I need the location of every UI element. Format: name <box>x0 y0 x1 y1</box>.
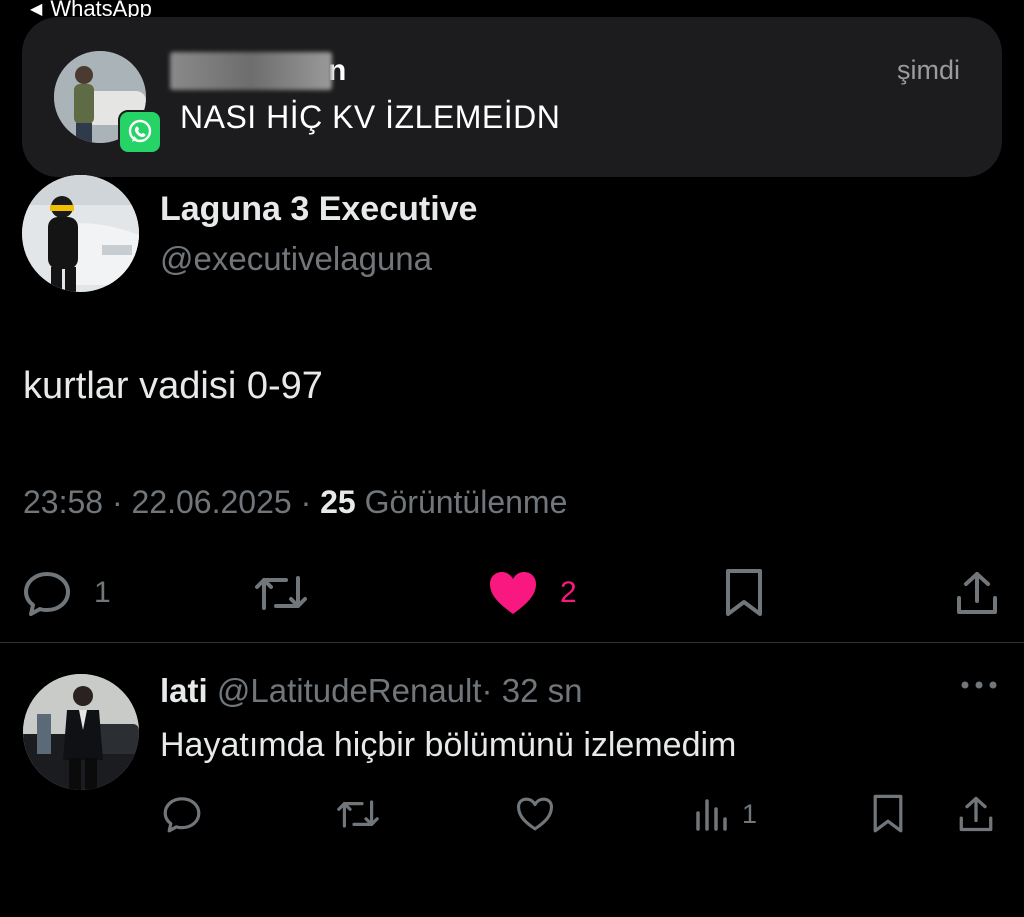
like-count: 2 <box>560 576 577 609</box>
more-dots-icon <box>961 681 997 689</box>
share-upload-icon <box>957 572 997 614</box>
views-label: Görüntülenme <box>364 484 568 520</box>
reply-author-avatar[interactable] <box>23 674 139 790</box>
like-button[interactable]: 2 <box>488 565 577 621</box>
notification-message: NASI HİÇ KV İZLEMEİDN <box>180 99 561 135</box>
reply-views-button[interactable]: 1 <box>694 792 757 836</box>
tweet-date[interactable]: 22.06.2025 <box>132 484 292 520</box>
author-handle[interactable]: @executivelaguna <box>160 240 432 278</box>
reply-reply-button[interactable] <box>162 792 202 836</box>
bookmark-icon <box>873 794 903 833</box>
tweet-meta: 23:58 · 22.06.2025 · 25 Görüntülenme <box>23 484 567 521</box>
more-options-button[interactable] <box>960 678 998 696</box>
divider <box>0 642 1024 643</box>
notification-banner[interactable]: n NASI HİÇ KV İZLEMEİDN şimdi <box>22 17 1002 177</box>
reply-text: Hayatımda hiçbir bölümünü izlemedim <box>160 726 737 764</box>
reply-action-bar: 1 <box>0 792 1024 836</box>
reply-bubble-icon <box>24 572 70 616</box>
bookmark-button[interactable] <box>724 565 764 621</box>
reply-age[interactable]: 32 sn <box>502 672 583 709</box>
tweet-time[interactable]: 23:58 <box>23 484 103 520</box>
notification-time: şimdi <box>896 55 960 85</box>
notification-sender: n <box>170 51 346 91</box>
reply-retweet-button[interactable] <box>336 792 380 836</box>
meta-separator: · <box>300 484 312 520</box>
reply-count: 1 <box>94 576 111 609</box>
share-upload-icon <box>959 796 993 832</box>
author-avatar[interactable] <box>22 175 139 292</box>
bookmark-icon <box>726 569 762 616</box>
analytics-bars-icon <box>696 799 727 831</box>
reply-bubble-icon <box>163 797 201 833</box>
reply-header: lati @LatitudeRenault· 32 sn <box>160 672 582 710</box>
tweet-action-bar: 1 2 <box>0 565 1024 621</box>
tweet-text: kurtlar vadisi 0-97 <box>23 365 323 407</box>
whatsapp-icon <box>118 110 162 154</box>
reply-separator: · <box>481 672 493 709</box>
reply-display-name[interactable]: lati <box>160 672 208 709</box>
heart-outline-icon <box>517 797 553 831</box>
views-count: 25 <box>320 484 356 520</box>
reply-views-count: 1 <box>742 798 758 829</box>
reply-handle[interactable]: @LatitudeRenault <box>217 672 482 709</box>
author-display-name[interactable]: Laguna 3 Executive <box>160 190 477 229</box>
reply-like-button[interactable] <box>515 792 555 836</box>
reply-bookmark-button[interactable] <box>872 792 904 836</box>
retweet-button[interactable] <box>254 565 308 621</box>
back-triangle-icon: ◀ <box>30 1 43 18</box>
retweet-icon <box>255 576 307 610</box>
reply-share-button[interactable] <box>958 792 994 836</box>
meta-separator: · <box>111 484 123 520</box>
redacted-sender-name <box>170 52 332 90</box>
share-button[interactable] <box>955 565 999 621</box>
reply-button[interactable]: 1 <box>22 565 111 621</box>
heart-filled-icon <box>490 572 536 614</box>
retweet-icon <box>337 800 379 828</box>
